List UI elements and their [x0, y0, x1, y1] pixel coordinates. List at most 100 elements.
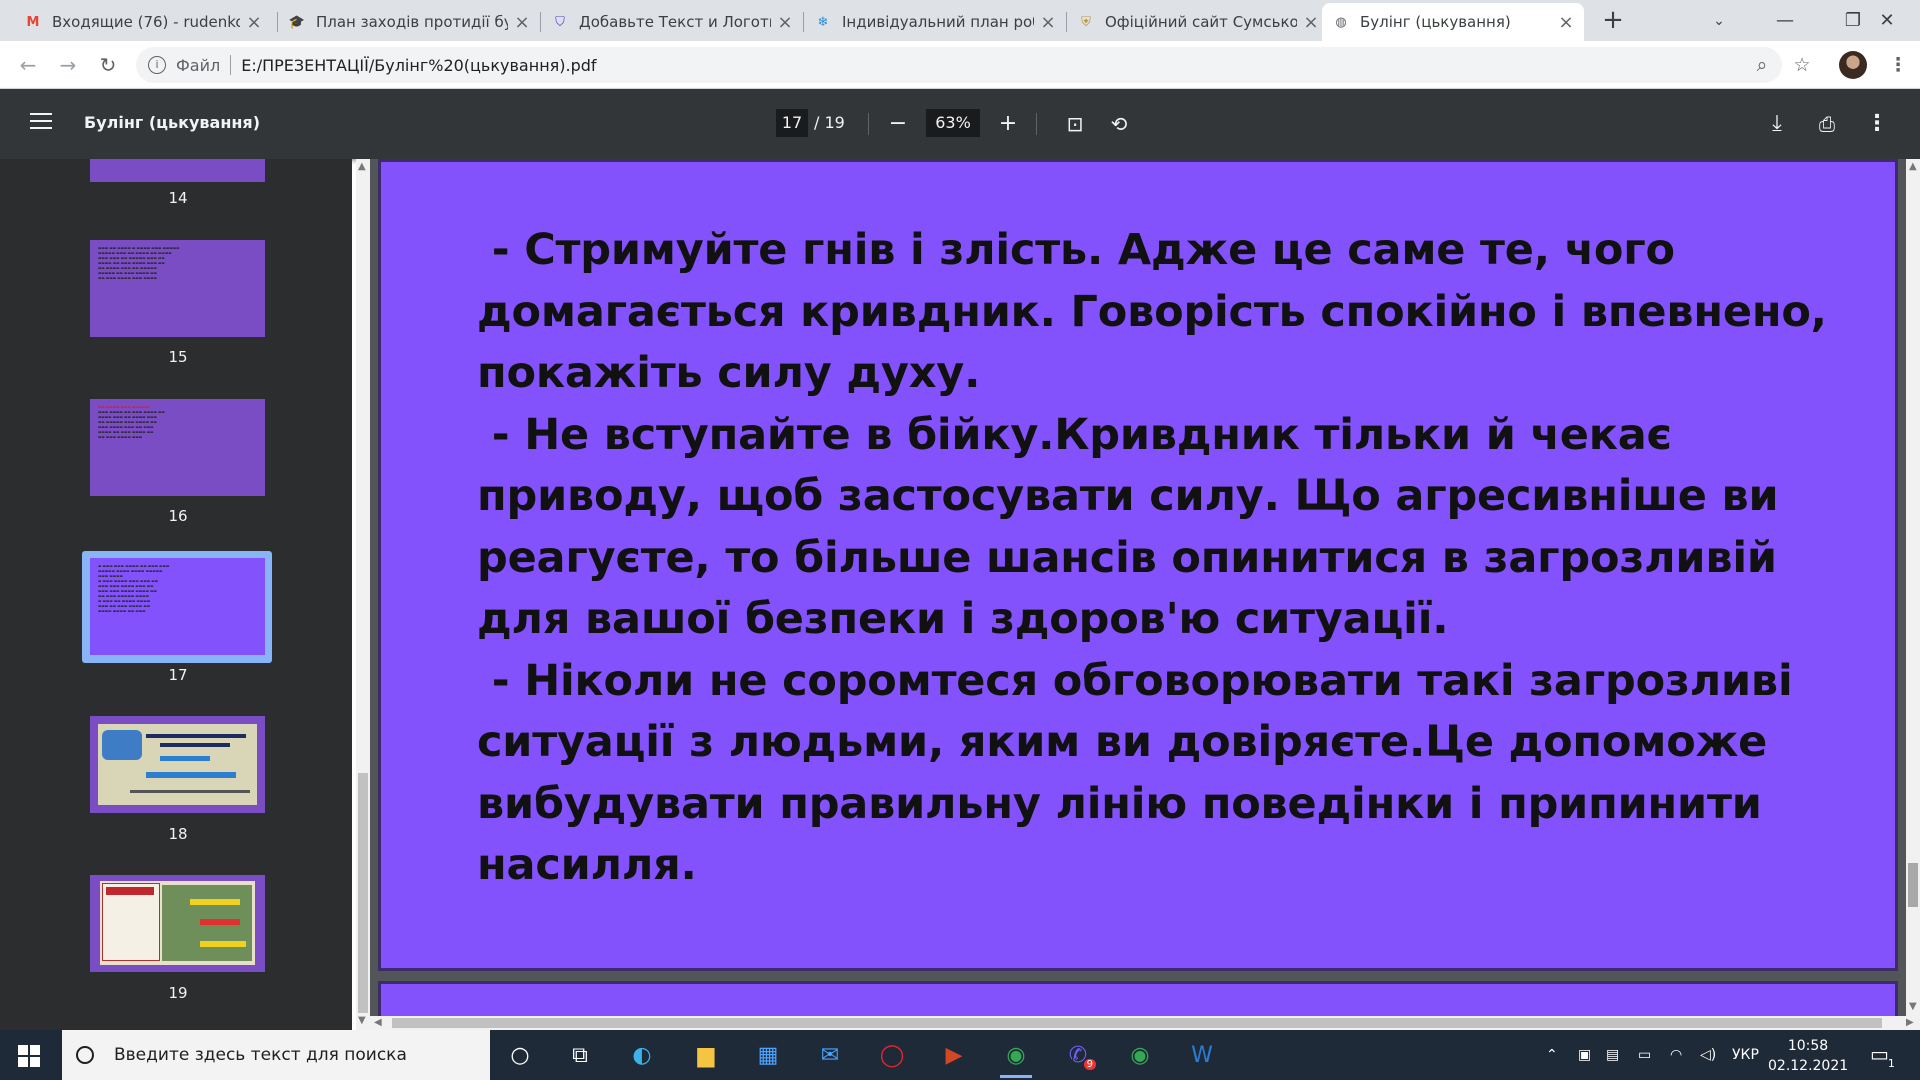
thumbnail-page-17[interactable]: ▬ ▬▬▬ ▬▬▬ ▬▬▬▬ ▬▬ ▬▬▬ ▬▬▬ ▬▬▬▬▬ ▬▬▬▬ ▬▬▬▬… [90, 558, 265, 655]
new-tab-button[interactable]: + [1598, 6, 1628, 36]
tab-title: Індивідуальний план робо [842, 13, 1034, 31]
thumbnail-page-16[interactable]: ▬▬ ▬▬▬▬ ▬▬▬ ▬▬▬▬▬ ▬▬▬ ▬▬▬▬ ▬▬ ▬▬▬ ▬▬▬▬ ▬▬… [90, 399, 265, 496]
powerpoint-icon[interactable]: ▶ [936, 1038, 972, 1072]
tab-sumy[interactable]: ⛨ Офіційний сайт Сумського × [1067, 3, 1329, 41]
thumbnail-label: 16 [168, 507, 188, 525]
reload-button[interactable]: ↻ [92, 49, 124, 81]
tab-gmail[interactable]: M Входящие (76) - rudenkovil × [14, 3, 272, 41]
print-icon[interactable]: ⎙ [1812, 109, 1842, 139]
thumbnail-page-18[interactable] [90, 716, 265, 813]
tray-expand-icon[interactable]: ⌃ [1546, 1047, 1558, 1063]
close-icon[interactable]: × [1558, 12, 1574, 33]
sidebar-menu-icon[interactable] [30, 113, 52, 131]
tab-plan-work[interactable]: ❄ Індивідуальний план робо × [804, 3, 1066, 41]
back-button[interactable]: ← [12, 49, 44, 81]
mail-icon[interactable]: ✉ [812, 1038, 848, 1072]
tab-title: Добавьте Текст и Логотип [579, 13, 771, 31]
meet-now-icon[interactable]: ▣ [1578, 1047, 1591, 1063]
zoom-lens-icon[interactable]: ⌕ [1746, 49, 1778, 81]
cortana-icon[interactable]: ○ [502, 1038, 538, 1072]
tab-title: План заходів протидії бул [316, 13, 508, 31]
search-placeholder: Введите здесь текст для поиска [114, 1045, 407, 1065]
close-icon[interactable]: × [514, 12, 530, 33]
browser-toolbar: ← → ↻ i Файл E:/ПРЕЗЕНТАЦІЇ/Булінг%20(ць… [0, 41, 1920, 89]
zoom-in-button[interactable]: + [993, 109, 1023, 139]
more-options-icon[interactable]: ⋮ [1862, 109, 1892, 139]
file-explorer-icon[interactable]: ▆ [688, 1038, 724, 1072]
info-icon[interactable]: i [148, 56, 166, 74]
thumbnail-label: 18 [168, 825, 188, 843]
emblem-icon: ⛨ [1081, 14, 1091, 30]
taskbar-search-box[interactable]: Введите здесь текст для поиска [62, 1030, 490, 1080]
bookmark-star-icon[interactable]: ☆ [1786, 49, 1818, 81]
store-icon[interactable]: ▦ [750, 1038, 786, 1072]
task-view-icon[interactable]: ⧉ [562, 1038, 598, 1072]
graduation-cap-icon: 🎓 [288, 14, 306, 30]
edge-icon[interactable]: ◐ [624, 1038, 660, 1072]
page-total: / 19 [814, 113, 845, 132]
tab-logo[interactable]: ⛉ Добавьте Текст и Логотип × [541, 3, 803, 41]
chrome-menu-icon[interactable]: ⋮ [1882, 49, 1914, 81]
tab-plan[interactable]: 🎓 План заходів протидії бул × [278, 3, 540, 41]
profile-avatar[interactable] [1839, 51, 1867, 79]
browser-tab-strip: M Входящие (76) - rudenkovil × 🎓 План за… [0, 0, 1920, 41]
chrome-profile-icon[interactable]: ◉ [1122, 1038, 1158, 1072]
thumbnail-sidebar: 14 ▬▬▬ ▬▬ ▬▬▬▬ ▬ ▬▬▬▬ ▬▬▬ ▬▬▬▬▬ ▬▬▬▬▬ ▬▬▬… [0, 159, 352, 1030]
tab-title: Входящие (76) - rudenkovil [52, 13, 240, 31]
close-icon[interactable]: × [1040, 12, 1056, 33]
thumbnail-label: 17 [168, 666, 188, 684]
battery-icon[interactable]: ▭ [1638, 1047, 1651, 1063]
language-indicator[interactable]: УКР [1732, 1047, 1759, 1063]
word-icon[interactable]: W [1184, 1038, 1220, 1072]
close-icon[interactable]: × [246, 12, 262, 33]
clock-date: 02.12.2021 [1768, 1058, 1849, 1074]
tab-search-icon[interactable]: ⌄ [1686, 0, 1752, 41]
opera-icon[interactable]: ◯ [874, 1038, 910, 1072]
forward-button[interactable]: → [52, 49, 84, 81]
security-icon[interactable]: ▤ [1606, 1047, 1619, 1063]
thumbnail-page-14[interactable] [90, 159, 265, 182]
tab-title: Офіційний сайт Сумського [1105, 13, 1297, 31]
page-number-input[interactable]: 17 [776, 109, 808, 137]
close-icon[interactable]: × [1303, 12, 1319, 33]
rotate-icon[interactable]: ⟲ [1104, 109, 1134, 139]
sidebar-scrollbar[interactable]: ▲ ▼ [356, 159, 370, 1030]
slide-text: - Стримуйте гнів і злість. Адже це саме … [477, 225, 1827, 890]
thumbnail-label: 19 [168, 984, 188, 1002]
windows-taskbar: Введите здесь текст для поиска ○ ⧉ ◐ ▆ ▦… [0, 1030, 1920, 1080]
viber-badge: 9 [1083, 1059, 1096, 1070]
thumbnail-page-19[interactable] [90, 875, 265, 972]
zoom-input[interactable]: 63% [926, 109, 980, 137]
volume-icon[interactable]: ◁) [1700, 1047, 1716, 1063]
pdf-page-view[interactable]: - Стримуйте гнів і злість. Адже це саме … [370, 159, 1906, 1016]
address-bar[interactable]: i Файл E:/ПРЕЗЕНТАЦІЇ/Булінг%20(цькуванн… [136, 47, 1782, 83]
thumbnail-page-15[interactable]: ▬▬▬ ▬▬ ▬▬▬▬ ▬ ▬▬▬▬ ▬▬▬ ▬▬▬▬▬ ▬▬▬▬▬ ▬▬▬ ▬▬… [90, 240, 265, 337]
document-title: Булінг (цькування) [84, 113, 261, 132]
download-icon[interactable]: ⤓ [1762, 109, 1792, 139]
url-scheme: Файл [176, 55, 221, 75]
slide-page-18-edge [378, 981, 1898, 1016]
notifications-icon[interactable]: ▭ 1 [1870, 1042, 1895, 1070]
main-horizontal-scrollbar[interactable]: ◀ ▶ [370, 1016, 1920, 1030]
snowflake-icon: ❄ [817, 14, 829, 30]
windows-start-icon[interactable] [18, 1045, 40, 1067]
fit-page-icon[interactable]: ⊡ [1060, 109, 1090, 139]
tab-title: Булінг (цькування) [1360, 13, 1511, 31]
viber-icon[interactable]: ✆ 9 [1060, 1038, 1096, 1072]
clock-time: 10:58 [1787, 1038, 1829, 1054]
notification-count: 1 [1887, 1057, 1895, 1070]
thumbnail-label: 14 [168, 189, 188, 207]
globe-icon: ◍ [1335, 14, 1347, 30]
tab-bullying-active[interactable]: ◍ Булінг (цькування) × [1322, 3, 1584, 41]
slide-page-17: - Стримуйте гнів і злість. Адже це саме … [378, 159, 1898, 971]
window-close-button[interactable]: ✕ [1854, 0, 1920, 41]
gmail-icon: M [26, 14, 40, 30]
chrome-icon[interactable]: ◉ [998, 1038, 1034, 1078]
taskbar-clock[interactable]: 10:58 02.12.2021 [1768, 1036, 1848, 1076]
close-icon[interactable]: × [777, 12, 793, 33]
pdf-toolbar: Булінг (цькування) 17 / 19 − 63% + ⊡ ⟲ ⤓… [0, 89, 1920, 159]
main-vertical-scrollbar[interactable]: ▲ ▼ [1906, 159, 1920, 1016]
minimize-button[interactable]: — [1752, 0, 1818, 41]
wifi-icon[interactable]: ◠ [1670, 1047, 1682, 1063]
zoom-out-button[interactable]: − [883, 109, 913, 139]
